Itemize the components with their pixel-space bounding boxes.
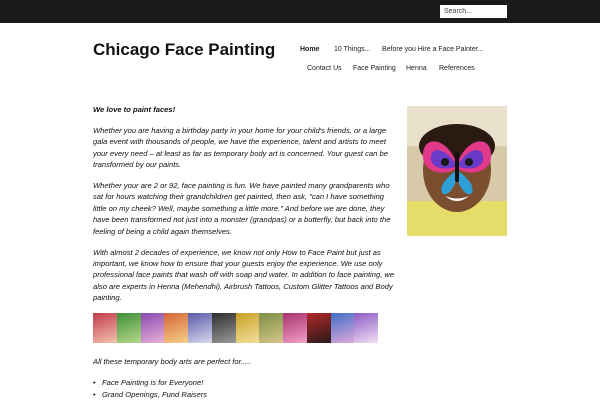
body-art-intro: All these temporary body arts are perfec…: [93, 357, 252, 366]
top-bar: [0, 0, 600, 23]
thumbnail-face-12[interactable]: [354, 313, 378, 343]
list-item: Grand Openings, Fund Raisers: [93, 389, 207, 400]
thumbnail-face-8[interactable]: [259, 313, 283, 343]
main-content: We love to paint faces! Whether you are …: [93, 104, 398, 313]
nav-references[interactable]: References: [439, 65, 475, 72]
nav-contact-us[interactable]: Contact Us: [307, 65, 342, 72]
paragraph-all-ages: Whether your are 2 or 92, face painting …: [93, 181, 391, 236]
thumbnail-face-2[interactable]: [116, 313, 141, 343]
thumbnail-face-4[interactable]: [164, 313, 188, 343]
face-paint-photo: [407, 106, 507, 236]
thumbnail-face-11[interactable]: [330, 313, 355, 343]
lead-text: We love to paint faces!: [93, 105, 176, 114]
thumbnail-face-1[interactable]: [93, 313, 117, 343]
thumbnail-face-9[interactable]: [283, 313, 307, 343]
search-input[interactable]: [440, 5, 507, 18]
paragraph-experience: With almost 2 decades of experience, we …: [93, 247, 395, 303]
list-item: Face Painting is for Everyone!: [93, 377, 207, 389]
paragraph-intro: Whether you are having a birthday party …: [93, 125, 388, 170]
thumbnail-face-5[interactable]: [188, 313, 212, 343]
nav-home[interactable]: Home: [300, 46, 319, 53]
event-list: Face Painting is for Everyone! Grand Ope…: [93, 377, 207, 400]
nav-henna[interactable]: Henna: [406, 65, 427, 72]
face-paint-thumbnails: [93, 313, 378, 343]
nav-face-painting[interactable]: Face Painting: [353, 65, 396, 72]
nav-before-you-hire[interactable]: Before you Hire a Face Painter...: [382, 46, 484, 53]
nav-10-things[interactable]: 10 Things...: [334, 46, 370, 53]
thumbnail-face-7[interactable]: [235, 313, 260, 343]
thumbnail-face-10[interactable]: [306, 313, 331, 343]
thumbnail-face-3[interactable]: [140, 313, 165, 343]
site-title[interactable]: Chicago Face Painting: [93, 40, 275, 60]
thumbnail-face-6[interactable]: [211, 313, 236, 343]
